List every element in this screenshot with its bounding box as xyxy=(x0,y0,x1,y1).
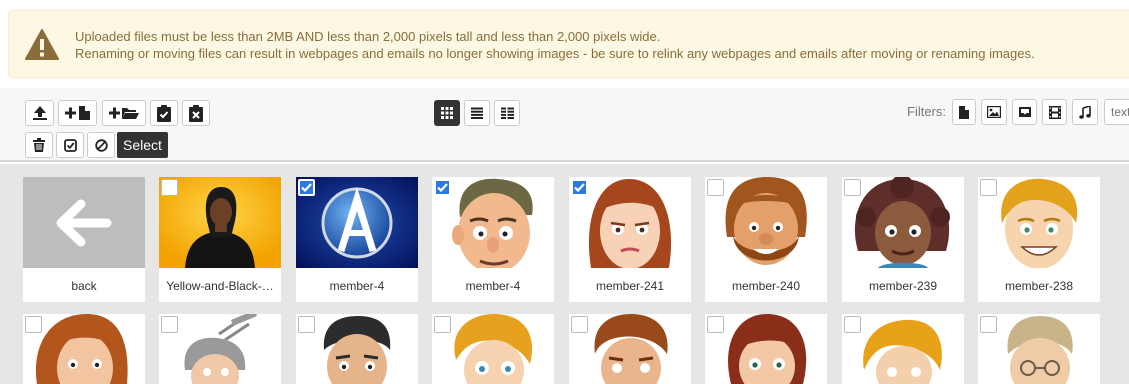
file-card[interactable] xyxy=(159,314,281,384)
filter-audio-button[interactable] xyxy=(1072,99,1098,125)
upload-icon xyxy=(32,106,47,120)
file-card[interactable] xyxy=(23,314,145,384)
list-view-button[interactable] xyxy=(464,100,490,126)
file-checkbox[interactable] xyxy=(707,316,724,333)
file-checkbox[interactable] xyxy=(161,179,178,196)
file-card[interactable] xyxy=(432,314,554,384)
file-caption: member-238 xyxy=(1004,279,1074,293)
check-square-icon xyxy=(63,138,77,152)
file-checkbox[interactable] xyxy=(571,316,588,333)
select-all-button[interactable] xyxy=(56,132,84,158)
new-folder-button[interactable] xyxy=(102,100,146,126)
filter-video-button[interactable] xyxy=(1042,99,1067,125)
file-checkbox[interactable] xyxy=(161,316,178,333)
music-icon xyxy=(1079,105,1091,119)
file-card[interactable]: member-240 xyxy=(705,177,827,302)
detail-view-button[interactable] xyxy=(494,100,520,126)
file-card[interactable] xyxy=(705,314,827,384)
filter-files-button[interactable] xyxy=(952,99,976,125)
new-file-icon xyxy=(64,106,90,120)
file-card[interactable]: Yellow-and-Black-… xyxy=(159,177,281,302)
ban-icon xyxy=(94,138,108,152)
file-icon xyxy=(959,105,969,119)
file-caption: Yellow-and-Black-… xyxy=(166,279,274,293)
clipboard-check-icon xyxy=(157,104,171,122)
alert-line-1: Uploaded files must be less than 2MB AND… xyxy=(75,29,661,44)
file-checkbox[interactable] xyxy=(707,179,724,196)
upload-warning-alert: Uploaded files must be less than 2MB AND… xyxy=(8,10,1129,78)
back-thumbnail xyxy=(23,177,145,268)
filter-text-input[interactable] xyxy=(1104,99,1129,125)
file-card[interactable] xyxy=(569,314,691,384)
file-caption: member-4 xyxy=(329,279,385,293)
filter-archives-button[interactable] xyxy=(1012,99,1037,125)
file-checkbox[interactable] xyxy=(25,316,42,333)
file-grid: back Yellow-and-Black-… member-4 member-… xyxy=(0,164,1129,384)
arrow-left-icon xyxy=(56,199,112,247)
file-card[interactable]: member-4 xyxy=(296,177,418,302)
file-checkbox-checked[interactable] xyxy=(571,179,588,196)
list-view-icon xyxy=(471,107,483,119)
new-file-button[interactable] xyxy=(58,100,97,126)
file-caption: back xyxy=(71,279,97,293)
file-checkbox[interactable] xyxy=(844,179,861,196)
file-caption: member-240 xyxy=(731,279,801,293)
alert-message: Uploaded files must be less than 2MB AND… xyxy=(75,28,1035,62)
filters-label: Filters: xyxy=(907,104,946,119)
grid-view-icon xyxy=(441,107,453,119)
file-card[interactable]: member-238 xyxy=(978,177,1100,302)
alert-line-2: Renaming or moving files can result in w… xyxy=(75,46,1035,61)
archive-icon xyxy=(1018,107,1031,117)
file-checkbox-checked[interactable] xyxy=(298,179,315,196)
file-card[interactable]: member-241 xyxy=(569,177,691,302)
clear-clipboard-button[interactable] xyxy=(182,100,210,126)
file-card[interactable] xyxy=(296,314,418,384)
filter-images-button[interactable] xyxy=(981,99,1007,125)
select-tooltip: Select xyxy=(117,132,168,158)
paste-button[interactable] xyxy=(150,100,178,126)
grid-view-button[interactable] xyxy=(434,100,460,126)
file-checkbox[interactable] xyxy=(298,316,315,333)
detail-view-icon xyxy=(500,107,514,119)
file-checkbox-checked[interactable] xyxy=(434,179,451,196)
file-card[interactable]: member-4 xyxy=(432,177,554,302)
clipboard-x-icon xyxy=(189,104,203,122)
file-checkbox[interactable] xyxy=(980,316,997,333)
upload-button[interactable] xyxy=(25,100,54,126)
file-card[interactable]: member-239 xyxy=(842,177,964,302)
file-checkbox[interactable] xyxy=(434,316,451,333)
trash-icon xyxy=(33,138,45,152)
warning-icon xyxy=(25,29,59,60)
video-icon xyxy=(1048,105,1061,119)
file-checkbox[interactable] xyxy=(844,316,861,333)
new-folder-icon xyxy=(109,107,139,119)
file-caption: member-4 xyxy=(465,279,521,293)
file-caption: member-239 xyxy=(868,279,938,293)
file-card-back[interactable]: back xyxy=(23,177,145,302)
file-checkbox[interactable] xyxy=(980,179,997,196)
delete-button[interactable] xyxy=(25,132,53,158)
file-card[interactable] xyxy=(978,314,1100,384)
deselect-button[interactable] xyxy=(87,132,115,158)
file-card[interactable] xyxy=(842,314,964,384)
image-icon xyxy=(987,106,1001,118)
file-caption: member-241 xyxy=(595,279,665,293)
